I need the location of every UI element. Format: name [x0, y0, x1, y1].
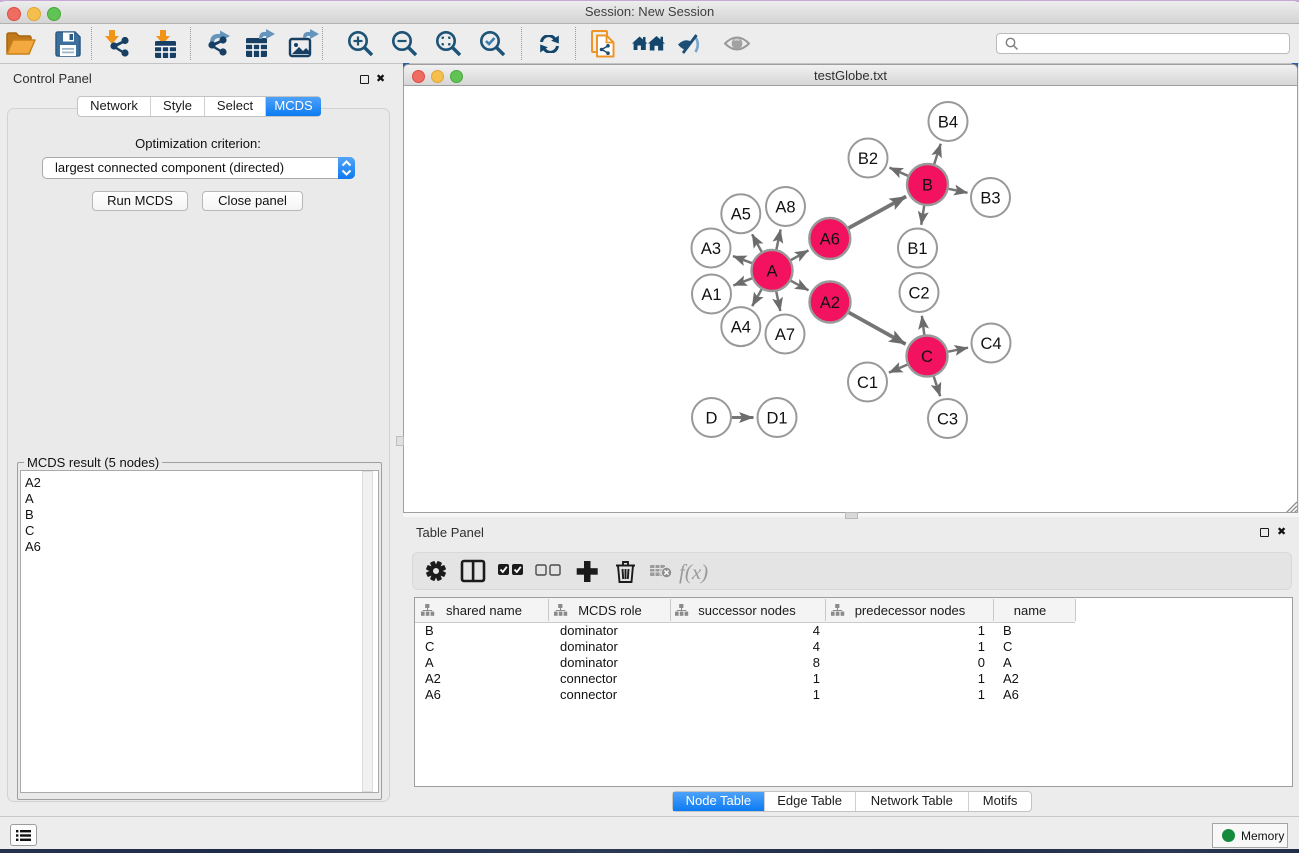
svg-text:B1: B1	[907, 240, 927, 258]
svg-text:A3: A3	[701, 240, 721, 258]
svg-text:predecessor nodes: predecessor nodes	[855, 603, 966, 618]
svg-text:B2: B2	[858, 150, 878, 168]
svg-text:C: C	[921, 348, 933, 366]
svg-text:MCDS role: MCDS role	[578, 603, 642, 618]
svg-text:A7: A7	[775, 326, 795, 344]
svg-text:A: A	[766, 263, 777, 281]
svg-text:A2: A2	[820, 294, 840, 312]
svg-text:A4: A4	[731, 319, 751, 337]
svg-text:B: B	[922, 177, 933, 195]
svg-text:C2: C2	[908, 285, 929, 303]
svg-text:A5: A5	[731, 206, 751, 224]
svg-text:B4: B4	[938, 114, 958, 132]
svg-text:D1: D1	[766, 410, 787, 428]
svg-text:C4: C4	[980, 335, 1001, 353]
svg-text:successor nodes: successor nodes	[698, 603, 796, 618]
svg-text:name: name	[1014, 603, 1047, 618]
svg-text:shared name: shared name	[446, 603, 522, 618]
svg-text:D: D	[706, 410, 718, 428]
svg-text:C3: C3	[937, 411, 958, 429]
svg-text:B3: B3	[980, 190, 1000, 208]
svg-text:A8: A8	[775, 199, 795, 217]
svg-text:C1: C1	[857, 374, 878, 392]
svg-text:A6: A6	[820, 231, 840, 249]
svg-text:A1: A1	[701, 286, 721, 304]
svg-text:f(x): f(x)	[679, 560, 708, 584]
